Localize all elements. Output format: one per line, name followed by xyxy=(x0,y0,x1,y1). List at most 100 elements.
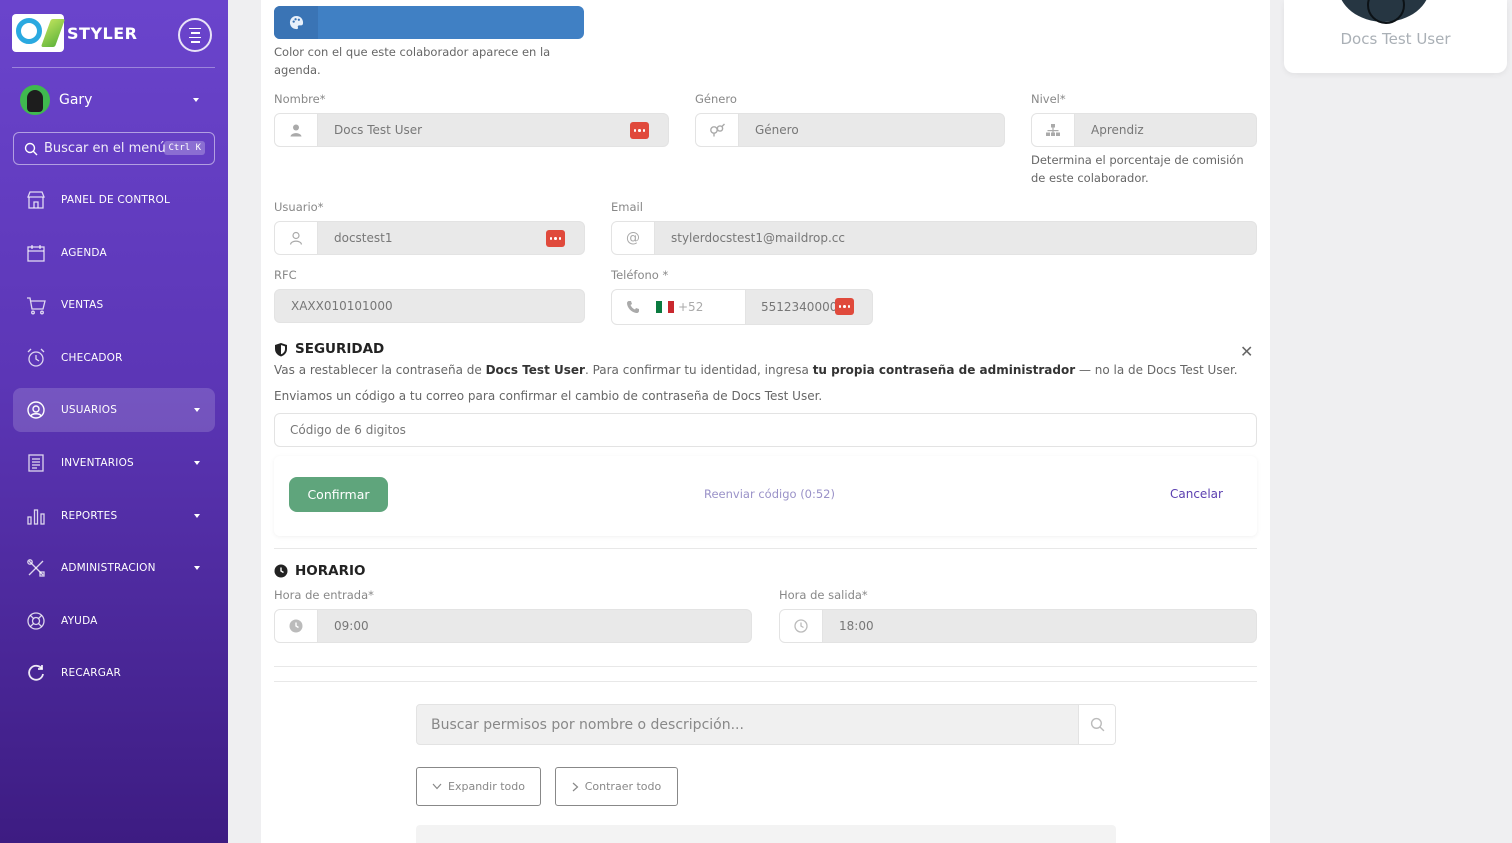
lifebuoy-icon xyxy=(27,612,45,630)
hora-salida-label: Hora de salida* xyxy=(779,588,868,602)
cart-icon xyxy=(27,297,46,315)
code-sent-notice: Enviamos un código a tu correo para conf… xyxy=(274,389,823,403)
user-menu[interactable]: Gary xyxy=(20,84,205,116)
sidebar-item-recargar[interactable]: RECARGAR xyxy=(13,651,215,695)
user-icon xyxy=(275,114,318,146)
menu-search[interactable]: Buscar en el menú Ctrl K xyxy=(13,132,215,165)
resend-code-link[interactable]: Reenviar código (0:52) xyxy=(704,487,835,501)
nivel-select[interactable]: Aprendiz xyxy=(1031,113,1257,147)
nombre-label: Nombre* xyxy=(274,92,326,106)
chevron-down-icon xyxy=(194,513,200,518)
permissions-list xyxy=(416,825,1116,843)
menu-search-label: Buscar en el menú xyxy=(44,141,166,156)
shield-icon xyxy=(275,342,287,356)
rfc-value: XAXX010101000 xyxy=(291,299,393,313)
password-manager-icon[interactable] xyxy=(630,122,649,139)
sidebar-item-ventas[interactable]: VENTAS xyxy=(13,283,215,327)
password-manager-icon[interactable] xyxy=(546,230,565,247)
sidebar-item-reportes[interactable]: REPORTES xyxy=(13,494,215,538)
cancel-link[interactable]: Cancelar xyxy=(1170,487,1223,501)
user-name: Gary xyxy=(59,92,93,108)
hora-entrada-label: Hora de entrada* xyxy=(274,588,374,602)
logo[interactable]: STYLER xyxy=(12,14,137,52)
password-manager-icon[interactable] xyxy=(835,298,854,315)
divider xyxy=(274,666,1257,667)
usuario-value: docstest1 xyxy=(334,231,393,245)
permissions-search[interactable]: Buscar permisos por nombre o descripción… xyxy=(416,704,1116,745)
expand-all-button[interactable]: Expandir todo xyxy=(416,767,541,806)
telefono-value: 5512340000 xyxy=(761,300,838,314)
user-outline-icon xyxy=(275,222,318,254)
rfc-field[interactable]: XAXX010101000 xyxy=(274,289,585,323)
nivel-label: Nivel* xyxy=(1031,92,1066,106)
logo-mark xyxy=(12,14,66,52)
expand-all-label: Expandir todo xyxy=(448,780,525,793)
sidebar-item-inventarios[interactable]: INVENTARIOS xyxy=(13,441,215,485)
telefono-field[interactable]: +52 5512340000 xyxy=(611,289,873,325)
country-code: +52 xyxy=(678,300,704,314)
sidebar-item-panel-de-control[interactable]: PANEL DE CONTROL xyxy=(13,178,215,222)
email-field[interactable]: @ stylerdocstest1@maildrop.cc xyxy=(611,221,1257,255)
sidebar-item-label: RECARGAR xyxy=(61,667,121,680)
chevron-down-icon xyxy=(194,460,200,465)
menu-toggle-button[interactable] xyxy=(178,18,212,52)
color-help: Color con el que este colaborador aparec… xyxy=(274,45,551,77)
sidebar-divider xyxy=(12,67,215,68)
hora-entrada-value: 09:00 xyxy=(334,619,369,633)
hierarchy-icon xyxy=(1032,114,1075,146)
sidebar-item-administracion[interactable]: ADMINISTRACION xyxy=(13,546,215,590)
chevron-down-icon xyxy=(193,98,199,102)
divider xyxy=(274,548,1257,549)
nombre-field[interactable]: Docs Test User xyxy=(274,113,669,147)
chevron-down-icon xyxy=(194,566,200,571)
usuario-label: Usuario* xyxy=(274,200,324,214)
sidebar-item-label: PANEL DE CONTROL xyxy=(61,194,171,206)
hora-salida-field[interactable]: 18:00 xyxy=(779,609,1257,643)
genero-label: Género xyxy=(695,92,737,106)
sidebar-nav: PANEL DE CONTROL AGENDA VENTAS CHECADOR … xyxy=(13,178,215,704)
sidebar-item-ayuda[interactable]: AYUDA xyxy=(13,599,215,643)
clock-icon xyxy=(274,564,288,578)
verification-code-input[interactable]: Código de 6 digitos xyxy=(274,413,1257,447)
close-icon[interactable]: ✕ xyxy=(1240,342,1253,361)
email-value: stylerdocstest1@maildrop.cc xyxy=(671,231,845,245)
profile-avatar xyxy=(1338,0,1430,24)
nombre-value: Docs Test User xyxy=(334,123,423,137)
sidebar-item-label: INVENTARIOS xyxy=(61,456,134,469)
avatar xyxy=(20,85,50,115)
usuario-field[interactable]: docstest1 xyxy=(274,221,585,255)
divider xyxy=(274,681,1257,682)
agenda-color-picker[interactable] xyxy=(274,6,584,39)
store-icon xyxy=(27,191,45,209)
security-actions: Confirmar Reenviar código (0:52) Cancela… xyxy=(274,456,1257,536)
country-code-selector[interactable]: +52 xyxy=(612,290,746,324)
at-sign-icon: @ xyxy=(612,222,655,254)
schedule-title: HORARIO xyxy=(274,563,366,579)
sidebar-item-label: CHECADOR xyxy=(61,351,123,364)
shortcut-badge: Ctrl K xyxy=(164,141,205,155)
phone-icon xyxy=(627,301,639,313)
hora-entrada-field[interactable]: 09:00 xyxy=(274,609,752,643)
sidebar-item-usuarios[interactable]: USUARIOS xyxy=(13,388,215,433)
alarm-clock-icon xyxy=(27,348,45,367)
genero-select[interactable]: Género xyxy=(695,113,1005,147)
security-title-text: SEGURIDAD xyxy=(295,341,385,357)
bar-chart-icon xyxy=(27,508,45,525)
search-icon[interactable] xyxy=(1078,705,1115,744)
reload-icon xyxy=(28,665,44,681)
collapse-all-button[interactable]: Contraer todo xyxy=(555,767,678,806)
confirm-button[interactable]: Confirmar xyxy=(289,477,388,512)
mexico-flag-icon xyxy=(656,301,674,313)
profile-card: Docs Test User xyxy=(1284,0,1507,73)
sidebar-item-agenda[interactable]: AGENDA xyxy=(13,231,215,275)
sidebar-item-checador[interactable]: CHECADOR xyxy=(13,336,215,380)
clock-outline-icon xyxy=(780,610,823,642)
sidebar: STYLER Gary Buscar en el menú Ctrl K PAN… xyxy=(0,0,228,843)
sidebar-item-label: USUARIOS xyxy=(61,404,118,417)
telefono-label: Teléfono * xyxy=(611,268,669,282)
rfc-label: RFC xyxy=(274,268,297,282)
sidebar-item-label: ADMINISTRACION xyxy=(61,562,156,575)
palette-icon xyxy=(274,6,318,39)
profile-name: Docs Test User xyxy=(1340,30,1451,48)
sidebar-item-label: REPORTES xyxy=(61,509,118,522)
